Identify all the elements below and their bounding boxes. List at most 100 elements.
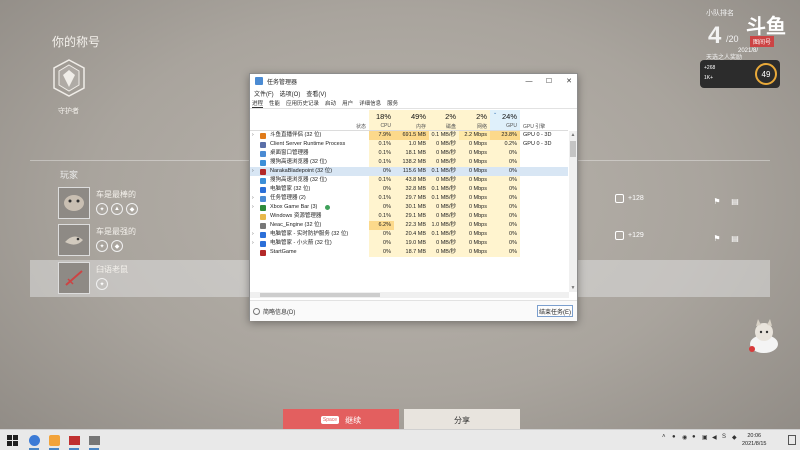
network-icon[interactable]: ▣ [702, 434, 708, 441]
column-status[interactable]: 状态 [344, 110, 369, 130]
taskbar-app-task-manager[interactable] [86, 433, 102, 450]
torch-app-icon [48, 435, 60, 446]
task-manager-window[interactable]: 任务管理器 — ☐ ✕ 文件(F) 选项(O) 查看(V) 进程 性能 应用历史… [249, 73, 578, 321]
avatar [58, 224, 90, 256]
minimize-icon[interactable]: — [519, 74, 539, 88]
tab-app-history[interactable]: 应用历史记录 [286, 99, 319, 108]
scroll-up-icon[interactable]: ▲ [569, 131, 577, 139]
level-circle: 49 [755, 63, 777, 85]
cell-net: 0 Mbps [468, 168, 487, 174]
add-friend-icon[interactable]: ⚑ [710, 195, 724, 207]
expand-chevron-icon[interactable]: › [252, 230, 254, 239]
cell-mem: 30.1 MB [394, 203, 429, 212]
title-bar[interactable]: 任务管理器 — ☐ ✕ [250, 74, 577, 88]
column-cpu[interactable]: 18% CPU [369, 110, 394, 130]
bird-avatar-icon [65, 236, 83, 245]
input-method-icon[interactable]: S [722, 434, 726, 440]
cell-cpu: 0.1% [369, 194, 394, 203]
scroll-down-icon[interactable]: ▼ [569, 284, 577, 292]
column-disk[interactable]: 2% 磁盘 [429, 110, 459, 130]
volume-icon[interactable]: ◀ [712, 434, 717, 441]
system-clock[interactable]: 20:06 2021/8/15 [742, 432, 766, 448]
tab-services[interactable]: 服务 [387, 99, 398, 108]
cell-mem: 43.8 MB [394, 176, 429, 185]
cell-mem: 20.4 MB [394, 230, 429, 239]
column-network[interactable]: 2% 网络 [459, 110, 490, 130]
menu-file[interactable]: 文件(F) [254, 89, 274, 98]
tab-performance[interactable]: 性能 [269, 99, 280, 108]
expand-chevron-icon[interactable]: › [252, 203, 254, 212]
tab-details[interactable]: 详细信息 [359, 99, 381, 108]
cell-mem: 22.3 MB [394, 221, 429, 230]
process-row[interactable]: 搜狗高速浏览器 (32 位) 0.1% 43.8 MB 0 MB/秒 0 Mbps 0% [250, 176, 568, 185]
maximize-icon[interactable]: ☐ [539, 74, 559, 88]
taskbar-app-game[interactable] [66, 433, 82, 450]
sort-down-icon: ⌄ [493, 110, 498, 116]
process-row[interactable]: 搜狗高速浏览器 (32 位) 0.1% 138.2 MB 0 MB/秒 0 Mbps 0% [250, 158, 568, 167]
disk-label: 磁盘 [445, 124, 456, 130]
add-friend-icon[interactable]: ⚑ [710, 232, 724, 244]
tab-processes[interactable]: 进程 [252, 99, 264, 108]
tray-app-icon[interactable]: ◆ [732, 434, 737, 441]
menu-view[interactable]: 查看(V) [306, 89, 326, 98]
process-name: 搜狗高速浏览器 (32 位) [270, 159, 327, 165]
report-icon[interactable]: ▤ [728, 232, 742, 244]
expand-chevron-icon[interactable]: › [252, 194, 254, 203]
cell-mem: 115.6 MB [402, 168, 426, 174]
process-row[interactable]: Windows 资源管理器 0.1% 29.1 MB 0 MB/秒 0 Mbps 0% [250, 212, 568, 221]
process-row[interactable]: › Xbox Game Bar (3) 0% 30.1 MB 0 MB/秒 0 Mbps 0… [250, 203, 568, 212]
process-name: Client Server Runtime Process [270, 141, 346, 147]
network-label: 网络 [476, 124, 487, 130]
process-row[interactable]: Client Server Runtime Process 0.1% 1.0 MB 0… [250, 140, 568, 149]
taskbar-app-browser[interactable] [26, 433, 42, 450]
task-manager-icon [255, 77, 263, 85]
tray-app-icon[interactable]: ● [692, 434, 696, 440]
process-row[interactable]: › NarakaBladepoint (32 位) 0% 115.6 MB 0.1 MB… [250, 167, 568, 176]
expand-chevron-icon[interactable]: › [252, 131, 254, 140]
expand-chevron-icon[interactable]: › [252, 239, 254, 248]
tab-users[interactable]: 用户 [342, 99, 353, 108]
column-gpu[interactable]: ⌄ 24% GPU [490, 110, 520, 130]
cell-cpu: 0% [369, 239, 394, 248]
process-row[interactable]: › 斗鱼直播伴侣 (32 位) 7.9% 691.5 MB 0.1 MB/秒 2.2 Mb… [250, 131, 568, 140]
start-button[interactable] [4, 433, 20, 448]
scroll-thumb[interactable] [570, 141, 576, 157]
process-row[interactable]: 桌面窗口管理器 0.1% 18.1 MB 0 MB/秒 0 Mbps 0% [250, 149, 568, 158]
process-name: 斗鱼直播伴侣 (32 位) [270, 132, 322, 138]
column-memory[interactable]: 49% 内存 [394, 110, 429, 130]
process-row[interactable]: › 电脑管家 - 小火箭 (32 位) 0% 19.0 MB 0 MB/秒 0 Mbps 0… [250, 239, 568, 248]
scroll-thumb[interactable] [260, 293, 380, 297]
cell-gpu-engine [523, 176, 568, 185]
vertical-scrollbar[interactable]: ▲ ▼ [569, 131, 577, 292]
end-task-button[interactable]: 结束任务(E) [537, 305, 573, 317]
process-icon [260, 160, 266, 166]
process-row[interactable]: › 电脑管家 - 实时防护服务 (32 位) 0% 20.4 MB 0.1 MB/秒 0 … [250, 230, 568, 239]
continue-button[interactable]: Space 继续 [283, 409, 399, 431]
tab-startup[interactable]: 启动 [325, 99, 336, 108]
process-row[interactable]: 电脑管家 (32 位) 0% 32.8 MB 0.1 MB/秒 0 Mbps 0% [250, 185, 568, 194]
taskbar-app-douyu[interactable] [46, 433, 62, 450]
report-icon[interactable]: ▤ [728, 195, 742, 207]
column-gpu-engine[interactable]: GPU 引擎 [520, 110, 568, 130]
cell-net: 0 Mbps [459, 140, 490, 149]
hud-line-1: +268 [704, 65, 716, 71]
share-button[interactable]: 分享 [404, 409, 520, 431]
close-icon[interactable]: ✕ [559, 74, 579, 88]
brief-info-toggle[interactable]: 简略信息(D) [253, 307, 295, 316]
tray-app-icon[interactable]: ● [672, 434, 676, 440]
expand-chevron-icon[interactable]: › [252, 167, 254, 176]
horizontal-scrollbar[interactable] [250, 292, 569, 298]
cell-gpu-engine [523, 203, 568, 212]
tray-app-icon[interactable]: ◉ [682, 434, 687, 441]
brief-info-label: 简略信息(D) [263, 310, 296, 316]
badge-list: ✦ ◆ [96, 240, 123, 252]
process-row[interactable]: Neac_Engine (32 位) 6.2% 22.3 MB 1.0 MB/秒 0 M… [250, 221, 568, 230]
chevron-up-icon[interactable]: ˄ [662, 434, 666, 440]
menu-options[interactable]: 选项(O) [280, 89, 301, 98]
process-row[interactable]: › 任务管理器 (2) 0.1% 29.7 MB 0.1 MB/秒 0 Mbps 0% [250, 194, 568, 203]
process-row[interactable]: StartGame 0% 18.7 MB 0 MB/秒 0 Mbps 0% [250, 248, 568, 257]
process-name: 电脑管家 (32 位) [270, 186, 311, 192]
notification-icon[interactable] [788, 435, 796, 445]
cell-gpu: 0% [490, 221, 520, 230]
cell-cpu: 0.1% [369, 176, 394, 185]
